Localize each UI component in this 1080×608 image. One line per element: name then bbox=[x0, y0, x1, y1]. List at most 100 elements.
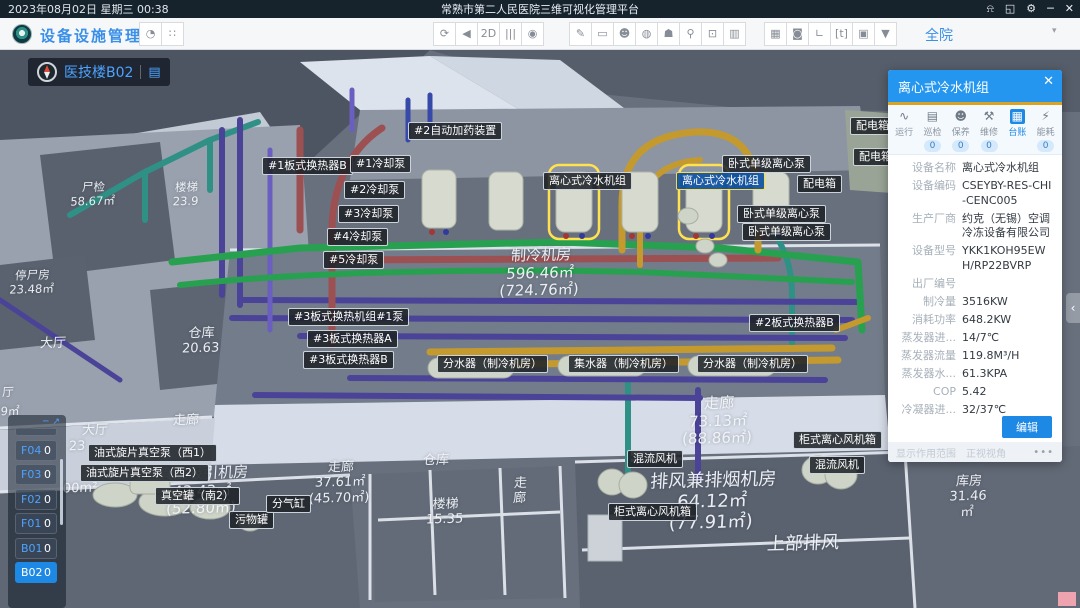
equipment-label[interactable]: #1冷却泵 bbox=[350, 155, 411, 173]
columns-icon[interactable]: ||| bbox=[499, 22, 522, 46]
cursor-icon[interactable]: ◀ bbox=[455, 22, 478, 46]
video-icon[interactable]: ◙ bbox=[786, 22, 809, 46]
datetime-text: 2023年08月02日 星期三 00:38 bbox=[8, 1, 169, 17]
field-row: 设备名称 离心式冷水机组 bbox=[894, 161, 1054, 176]
panel-collapse-icon[interactable]: ‹ bbox=[1066, 293, 1080, 323]
more-icon[interactable]: ••• bbox=[1033, 447, 1054, 458]
equipment-label[interactable]: 分气缸 bbox=[266, 495, 311, 513]
close-icon[interactable]: ✕ bbox=[1065, 0, 1074, 18]
field-row: COP 5.42 bbox=[894, 385, 1054, 400]
app-window: 2023年08月02日 星期三 00:38 常熟市第二人民医院三维可视化管理平台… bbox=[0, 0, 1080, 608]
expand-icon[interactable]: ↗ bbox=[52, 417, 60, 429]
tab-run[interactable]: ∿ 运行 bbox=[890, 109, 918, 154]
pie-chart-icon[interactable]: ◔ bbox=[139, 22, 162, 46]
measure-icon[interactable]: ✎ bbox=[569, 22, 592, 46]
tab-inspect[interactable]: ▤ 巡检 0 bbox=[918, 109, 946, 154]
pipeline-icon[interactable]: ∟ bbox=[808, 22, 831, 46]
tab-inspect-icon: ▤ bbox=[927, 109, 938, 124]
equipment-label[interactable]: 柜式离心风机箱 bbox=[608, 503, 697, 521]
building-selector-chip[interactable]: 医技楼B02 ▤ bbox=[28, 58, 170, 86]
settings-icon[interactable]: ⚙ bbox=[1026, 0, 1036, 18]
footer-scope-toggle[interactable]: 显示作用范围 bbox=[896, 445, 956, 460]
equipment-label[interactable]: #2板式换热器B bbox=[749, 314, 840, 332]
equipment-label[interactable]: 集水器（制冷机房） bbox=[568, 355, 679, 373]
building-list-icon[interactable]: ▤ bbox=[148, 65, 160, 80]
edit-button[interactable]: 编辑 bbox=[1002, 416, 1052, 438]
reset-view-icon[interactable]: ⟳ bbox=[433, 22, 456, 46]
filter-icon[interactable]: ▼ bbox=[874, 22, 897, 46]
people-icon[interactable]: ☻ bbox=[613, 22, 636, 46]
hospital-logo-icon bbox=[12, 24, 32, 44]
equipment-label[interactable]: 分水器（制冷机房） bbox=[437, 355, 548, 373]
camera-icon[interactable]: ☗ bbox=[657, 22, 680, 46]
panel-footer: 显示作用范围 正视视角 ••• bbox=[888, 442, 1062, 462]
equipment-label[interactable]: 离心式冷水机组 bbox=[543, 172, 632, 190]
tab-repair[interactable]: ⚒ 维修 0 bbox=[975, 109, 1003, 154]
tab-ledger[interactable]: ▦ 台账 bbox=[1003, 109, 1031, 154]
footer-view-toggle[interactable]: 正视视角 bbox=[966, 445, 1006, 460]
equipment-label[interactable]: 分水器（制冷机房） bbox=[697, 355, 808, 373]
close-icon[interactable]: ✕ bbox=[1043, 74, 1054, 89]
floor-row-F02[interactable]: F020 bbox=[15, 489, 57, 510]
floor-row-F05[interactable]: F050 bbox=[15, 429, 57, 436]
scope-select[interactable]: 全院 bbox=[925, 25, 953, 45]
note-icon[interactable]: ⊡ bbox=[701, 22, 724, 46]
equipment-label[interactable]: 柜式离心风机箱 bbox=[793, 431, 882, 449]
tab-energy[interactable]: ⚡ 能耗 0 bbox=[1031, 109, 1059, 154]
floor-scrollbar[interactable] bbox=[60, 459, 63, 525]
equipment-label[interactable]: 混流风机 bbox=[809, 456, 865, 474]
equipment-label[interactable]: 卧式单级离心泵 bbox=[737, 205, 826, 223]
bell-icon[interactable]: ⍾ bbox=[987, 0, 994, 18]
panel-title: 离心式冷水机组 bbox=[898, 77, 989, 96]
equipment-label[interactable]: 污物罐 bbox=[229, 511, 274, 529]
compass-icon bbox=[37, 62, 57, 82]
floor-row-F03[interactable]: F030 bbox=[15, 464, 57, 485]
tab-maintain[interactable]: ☻ 保养 0 bbox=[947, 109, 975, 154]
equipment-label[interactable]: #1板式换热器B bbox=[262, 157, 353, 175]
equipment-label[interactable]: 卧式单级离心泵 bbox=[742, 223, 831, 241]
equipment-label[interactable]: #3板式换热器A bbox=[307, 330, 398, 348]
field-row: 冷凝器进... 32/37℃ bbox=[894, 403, 1054, 416]
chevron-down-icon[interactable]: ▾ bbox=[1052, 26, 1057, 36]
minimize-icon[interactable]: ─ bbox=[43, 417, 48, 429]
screenshot-icon[interactable]: ◱ bbox=[1005, 0, 1015, 18]
table-icon[interactable]: ▦ bbox=[764, 22, 787, 46]
chart-icon[interactable]: ▥ bbox=[723, 22, 746, 46]
window-titlebar: 2023年08月02日 星期三 00:38 常熟市第二人民医院三维可视化管理平台… bbox=[0, 0, 1080, 18]
corner-marker bbox=[1058, 592, 1076, 606]
schedule-icon[interactable]: ▣ bbox=[852, 22, 875, 46]
minimize-icon[interactable]: ─ bbox=[1047, 0, 1054, 18]
text-label-icon[interactable]: [t] bbox=[830, 22, 853, 46]
equipment-label[interactable]: #2冷却泵 bbox=[344, 181, 405, 199]
app-title: 设备设施管理 bbox=[40, 25, 142, 46]
divider bbox=[140, 65, 141, 79]
floor-row-B01[interactable]: B010 bbox=[15, 538, 57, 559]
search-icon[interactable]: ⚲ bbox=[679, 22, 702, 46]
window-title: 常熟市第二人民医院三维可视化管理平台 bbox=[441, 1, 639, 17]
equipment-label[interactable]: 真空罐（南2） bbox=[155, 487, 240, 505]
equipment-label[interactable]: #3板式换热机组#1泵 bbox=[288, 308, 409, 326]
tag-icon[interactable]: ▭ bbox=[591, 22, 614, 46]
floor-row-F01[interactable]: F010 bbox=[15, 513, 57, 534]
equipment-label[interactable]: 配电箱 bbox=[797, 175, 842, 193]
equipment-label[interactable]: #3板式换热器B bbox=[303, 351, 394, 369]
equipment-label[interactable]: 混流风机 bbox=[627, 450, 683, 468]
main-toolbar: 设备设施管理 ◔∷ ⟳◀2D|||◉ ✎▭☻◍☗⚲⊡▥ ▦◙∟[t]▣▼ 全院 … bbox=[0, 18, 1080, 50]
globe-icon[interactable]: ◍ bbox=[635, 22, 658, 46]
grid-icon[interactable]: ∷ bbox=[161, 22, 184, 46]
2d-icon[interactable]: 2D bbox=[477, 22, 500, 46]
3d-viewport[interactable]: 制冷机房 596.46㎡ (724.76㎡)走廊 73.13㎡ (88.86㎡)… bbox=[0, 50, 1080, 608]
floor-row-F04[interactable]: F040 bbox=[15, 440, 57, 461]
equipment-label[interactable]: 离心式冷水机组 bbox=[676, 172, 765, 190]
equipment-label[interactable]: #2自动加药装置 bbox=[408, 122, 502, 140]
equipment-label[interactable]: #4冷却泵 bbox=[327, 228, 388, 246]
tab-maintain-icon: ☻ bbox=[954, 109, 967, 124]
toolbar-group-data: ▦◙∟[t]▣▼ bbox=[765, 22, 897, 46]
equipment-label[interactable]: #5冷却泵 bbox=[323, 251, 384, 269]
floor-row-B02[interactable]: B020 bbox=[15, 562, 57, 583]
equipment-label[interactable]: 油式旋片真空泵（西1） bbox=[88, 444, 217, 462]
equipment-label[interactable]: 油式旋片真空泵（西2） bbox=[80, 464, 209, 482]
equipment-label[interactable]: 卧式单级离心泵 bbox=[722, 155, 811, 173]
eye-icon[interactable]: ◉ bbox=[521, 22, 544, 46]
equipment-label[interactable]: #3冷却泵 bbox=[338, 205, 399, 223]
